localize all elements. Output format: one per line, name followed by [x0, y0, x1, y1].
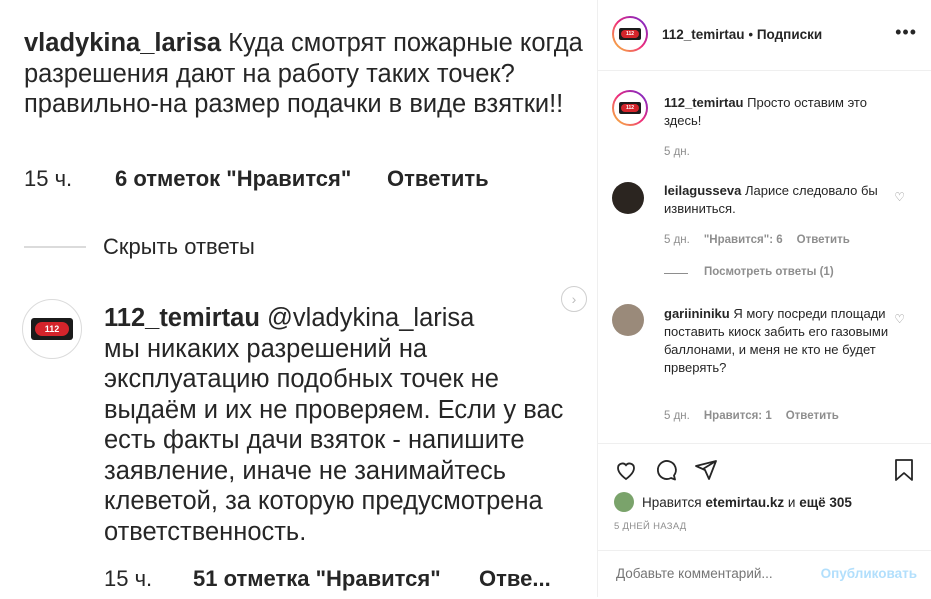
- comment-1: leilagusseva Ларисе следовало бы извинит…: [664, 182, 894, 218]
- image-comment-2-reply: Отве...: [479, 566, 551, 591]
- liker-avatar[interactable]: [614, 492, 634, 512]
- comment-2-user[interactable]: gariininiku: [664, 306, 730, 321]
- caption-user[interactable]: 112_temirtau: [664, 95, 744, 110]
- image-comment-2-text: мы никаких разрешений на эксплуатацию по…: [104, 334, 564, 546]
- image-hide-replies: Скрыть ответы: [103, 234, 255, 259]
- post-image: vladykina_larisa Куда смотрят пожарные к…: [0, 0, 597, 597]
- comment-1-user[interactable]: leilagusseva: [664, 183, 741, 198]
- likes-middle: и: [787, 494, 796, 510]
- comment-1-time[interactable]: 5 дн.: [664, 234, 690, 246]
- header-avatar[interactable]: 112: [612, 16, 648, 52]
- comment-1-reply[interactable]: Ответить: [797, 234, 850, 246]
- follow-button[interactable]: Подписки: [757, 27, 822, 42]
- comment-1-heart-icon[interactable]: ♡: [894, 190, 905, 204]
- save-bookmark-icon[interactable]: [893, 458, 915, 482]
- share-paper-plane-icon[interactable]: [694, 458, 718, 482]
- view-replies-button[interactable]: Посмотреть ответы (1): [704, 266, 834, 278]
- image-comment-1-user: vladykina_larisa: [24, 29, 222, 57]
- post-date[interactable]: 5 ДНЕЙ НАЗАД: [614, 521, 687, 532]
- image-comment-1-time: 15 ч.: [24, 166, 73, 191]
- comment-1-meta: 5 дн. "Нравится": 6 Ответить: [664, 234, 864, 246]
- caption: 112_temirtau Просто оставим это здесь!: [664, 94, 894, 130]
- hide-replies-line: [24, 246, 86, 248]
- comment-2-reply[interactable]: Ответить: [786, 410, 839, 422]
- likes-line: Нравится etemirtau.kz и ещё 305: [614, 492, 852, 512]
- logo-112-icon: 112: [619, 28, 641, 40]
- logo-112-icon: 112: [31, 318, 73, 340]
- more-options-icon[interactable]: •••: [895, 22, 917, 43]
- comment-avatar[interactable]: [612, 304, 644, 336]
- comments-panel: 112 112_temirtau • Подписки ••• 112 112_…: [597, 0, 931, 597]
- caption-time[interactable]: 5 дн.: [664, 146, 690, 158]
- comment-2-meta: 5 дн. Нравится: 1 Ответить: [664, 410, 853, 422]
- comment-1-likes[interactable]: "Нравится": 6: [704, 234, 783, 246]
- comment-2-time[interactable]: 5 дн.: [664, 410, 690, 422]
- post-actions: Нравится etemirtau.kz и ещё 305 5 ДНЕЙ Н…: [598, 443, 931, 598]
- image-comment-2-likes: 51 отметка "Нравится": [193, 566, 441, 591]
- image-comment-2-mention: @vladykina_larisa: [267, 304, 475, 332]
- image-avatar-112: 112: [22, 299, 82, 359]
- header-separator: •: [748, 27, 754, 42]
- next-image-icon[interactable]: ›: [561, 286, 587, 312]
- like-heart-icon[interactable]: [614, 458, 638, 482]
- comment-bubble-icon[interactable]: [654, 458, 678, 482]
- comment-avatar[interactable]: [612, 182, 644, 214]
- image-comment-2-user: 112_temirtau: [104, 304, 260, 332]
- image-comment-2-time: 15 ч.: [104, 566, 153, 591]
- header-username[interactable]: 112_temirtau: [662, 27, 745, 42]
- logo-112-icon: 112: [619, 102, 641, 114]
- likes-count[interactable]: ещё 305: [799, 495, 852, 510]
- comment-2-heart-icon[interactable]: ♡: [894, 312, 905, 326]
- add-comment-bar: Опубликовать: [598, 550, 931, 599]
- add-comment-input[interactable]: [614, 565, 818, 582]
- likes-user[interactable]: etemirtau.kz: [705, 495, 784, 510]
- caption-avatar[interactable]: 112: [612, 90, 648, 126]
- image-comment-1-likes: 6 отметок "Нравится": [115, 166, 352, 191]
- post-header: 112 112_temirtau • Подписки •••: [598, 0, 931, 71]
- image-comment-2: 112_temirtau @vladykina_larisa мы никаких…: [104, 303, 584, 547]
- comment-2-likes[interactable]: Нравится: 1: [704, 410, 772, 422]
- header-title: 112_temirtau • Подписки: [662, 27, 822, 42]
- image-comment-1: vladykina_larisa Куда смотрят пожарные к…: [24, 28, 594, 120]
- comment-2: gariininiku Я могу посреди площади поста…: [664, 305, 894, 377]
- likes-prefix: Нравится: [642, 494, 702, 510]
- image-comment-1-reply: Ответить: [387, 166, 489, 191]
- view-replies-line: [664, 273, 688, 274]
- publish-button[interactable]: Опубликовать: [821, 566, 917, 581]
- caption-meta: 5 дн.: [664, 146, 704, 158]
